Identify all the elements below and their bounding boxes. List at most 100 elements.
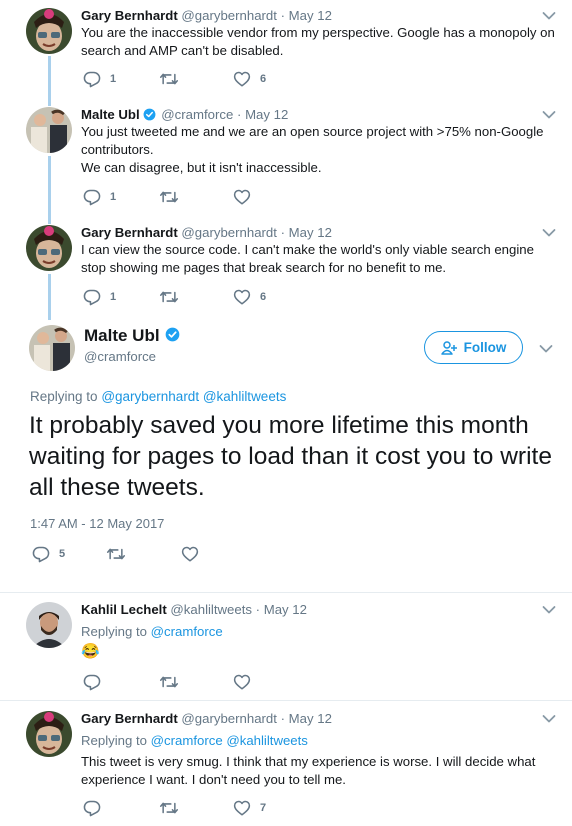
replying-prefix: Replying to — [81, 624, 147, 639]
tweet[interactable]: Gary Bernhardt @garybernhardt · May 12 R… — [0, 711, 572, 823]
reply-button[interactable]: 1 — [83, 288, 116, 306]
chevron-down-icon[interactable] — [542, 110, 556, 120]
like-count: 7 — [260, 802, 267, 814]
reply-button[interactable] — [83, 799, 110, 817]
author-handle[interactable]: @cramforce — [161, 107, 233, 122]
like-button[interactable] — [181, 545, 208, 563]
tweet-text: 😂 — [81, 643, 100, 660]
main-author-handle[interactable]: @cramforce — [84, 349, 156, 364]
retweet-button[interactable] — [159, 673, 188, 691]
chevron-down-icon[interactable] — [539, 344, 553, 354]
author-handle[interactable]: @garybernhardt — [181, 225, 277, 240]
verified-badge-icon — [165, 327, 180, 342]
retweet-icon — [106, 545, 126, 563]
tweet-text: I can view the source code. I can't make… — [81, 242, 534, 275]
tweet-header: Kahlil Lechelt @kahliltweets · May 12 — [81, 602, 307, 618]
reply-icon — [83, 70, 101, 88]
separator-dot: · — [236, 107, 242, 122]
reply-icon — [83, 188, 101, 206]
tweet-header: Gary Bernhardt @garybernhardt · May 12 — [81, 225, 332, 241]
tweet[interactable]: Gary Bernhardt @garybernhardt · May 12 Y… — [0, 8, 572, 98]
tweet-text-line: You just tweeted me and we are an open s… — [81, 124, 544, 157]
mention-link[interactable]: @cramforce — [151, 733, 223, 748]
heart-icon — [233, 188, 251, 206]
author-name[interactable]: Kahlil Lechelt — [81, 602, 167, 617]
reply-icon — [83, 288, 101, 306]
avatar[interactable] — [26, 602, 72, 648]
follow-label: Follow — [463, 340, 507, 355]
author-handle[interactable]: @kahliltweets — [170, 602, 252, 617]
tweet[interactable]: Malte Ubl @cramforce · May 12 You just t… — [0, 107, 572, 217]
mention-link[interactable]: @garybernhardt — [101, 389, 199, 404]
verified-badge-icon — [143, 108, 156, 121]
tweet-date[interactable]: May 12 — [245, 107, 288, 122]
tweet-header: Malte Ubl @cramforce · May 12 — [81, 107, 288, 123]
replying-to: Replying to @garybernhardt @kahliltweets — [30, 389, 286, 404]
tweet[interactable]: Gary Bernhardt @garybernhardt · May 12 I… — [0, 225, 572, 317]
reply-count: 5 — [59, 548, 66, 560]
separator-dot: · — [280, 8, 285, 23]
tweet-date[interactable]: May 12 — [264, 602, 307, 617]
avatar[interactable] — [26, 8, 72, 54]
chevron-down-icon[interactable] — [542, 605, 556, 615]
retweet-icon — [159, 673, 179, 691]
chevron-down-icon[interactable] — [542, 11, 556, 21]
reply-button[interactable]: 1 — [83, 188, 116, 206]
retweet-icon — [159, 799, 179, 817]
like-button[interactable]: 6 — [233, 288, 266, 306]
like-button[interactable]: 7 — [233, 799, 266, 817]
reply-button[interactable]: 1 — [83, 70, 116, 88]
reply-button[interactable] — [83, 673, 110, 691]
retweet-icon — [159, 188, 179, 206]
like-count: 6 — [260, 73, 267, 85]
reply-icon — [83, 799, 101, 817]
divider — [0, 700, 572, 701]
tweet-header: Gary Bernhardt @garybernhardt · May 12 — [81, 8, 332, 24]
retweet-button[interactable] — [159, 288, 188, 306]
author-name[interactable]: Malte Ubl — [81, 107, 140, 122]
separator-dot: · — [280, 711, 285, 726]
heart-icon — [233, 799, 251, 817]
follow-button[interactable]: Follow — [424, 331, 523, 364]
replying-to: Replying to @cramforce @kahliltweets — [81, 733, 308, 749]
retweet-button[interactable] — [159, 799, 188, 817]
avatar[interactable] — [26, 711, 72, 757]
like-button[interactable]: 6 — [233, 70, 266, 88]
main-timestamp[interactable]: 1:47 AM - 12 May 2017 — [30, 516, 164, 531]
mention-link[interactable]: @kahliltweets — [203, 389, 287, 404]
author-handle[interactable]: @garybernhardt — [181, 711, 277, 726]
chevron-down-icon[interactable] — [542, 228, 556, 238]
reply-icon — [83, 673, 101, 691]
avatar[interactable] — [26, 107, 72, 153]
heart-icon — [233, 70, 251, 88]
tweet[interactable]: Kahlil Lechelt @kahliltweets · May 12 Re… — [0, 602, 572, 697]
like-button[interactable] — [233, 673, 260, 691]
heart-icon — [181, 545, 199, 563]
tweet-text-line: We can disagree, but it isn't inaccessib… — [81, 160, 322, 175]
avatar[interactable] — [26, 225, 72, 271]
mention-link[interactable]: @kahliltweets — [226, 733, 308, 748]
retweet-button[interactable] — [159, 70, 188, 88]
tweet-date[interactable]: May 12 — [289, 225, 332, 240]
main-tweet-text: It probably saved you more lifetime this… — [29, 412, 552, 501]
retweet-button[interactable] — [106, 545, 135, 563]
author-name[interactable]: Gary Bernhardt — [81, 8, 178, 23]
reply-button[interactable]: 5 — [32, 545, 65, 563]
tweet-text: You just tweeted me and we are an open s… — [81, 123, 561, 177]
reply-icon — [32, 545, 50, 563]
author-name[interactable]: Malte Ubl — [84, 326, 160, 345]
tweet-date[interactable]: May 12 — [289, 8, 332, 23]
main-avatar[interactable] — [29, 325, 75, 371]
reply-count: 1 — [110, 291, 117, 303]
like-button[interactable] — [233, 188, 260, 206]
heart-icon — [233, 288, 251, 306]
main-author-name[interactable]: Malte Ubl — [84, 326, 182, 346]
mention-link[interactable]: @cramforce — [151, 624, 223, 639]
tweet-date[interactable]: May 12 — [289, 711, 332, 726]
retweet-button[interactable] — [159, 188, 188, 206]
author-name[interactable]: Gary Bernhardt — [81, 711, 178, 726]
author-handle[interactable]: @garybernhardt — [181, 8, 277, 23]
separator-dot: · — [255, 602, 261, 617]
chevron-down-icon[interactable] — [542, 714, 556, 724]
author-name[interactable]: Gary Bernhardt — [81, 225, 178, 240]
